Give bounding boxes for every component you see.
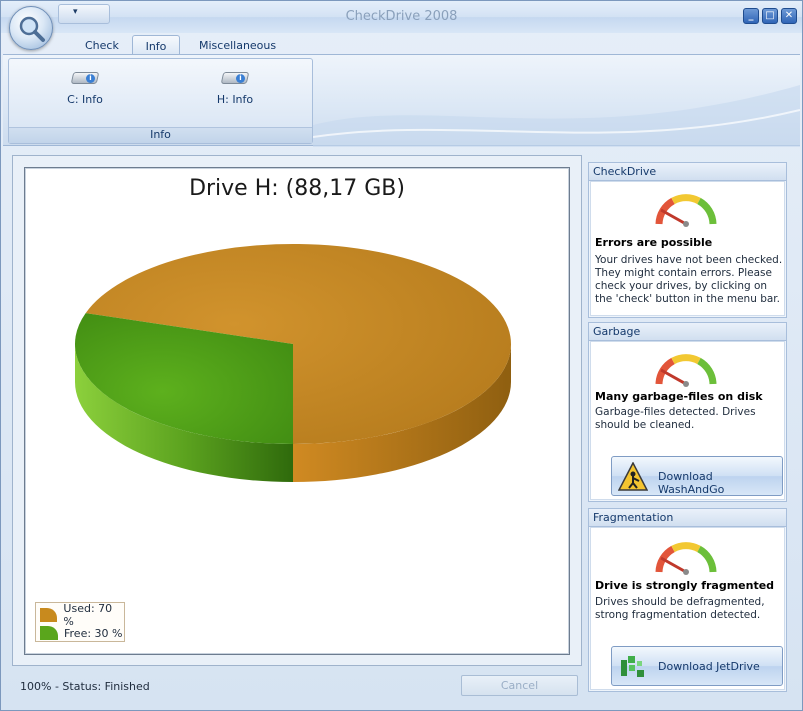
download-washandgo-label: Download WashAndGo xyxy=(658,470,725,496)
status-text: 100% - Status: Finished xyxy=(20,680,150,693)
tab-miscellaneous[interactable]: Miscellaneous xyxy=(191,35,284,55)
garbage-panel-body: Many garbage-files on disk Garbage-files… xyxy=(590,341,785,500)
c-info-button[interactable]: i C: Info xyxy=(45,65,125,115)
pie-chart xyxy=(74,243,511,482)
download-washandgo-button[interactable]: Download WashAndGo xyxy=(611,456,783,496)
legend-item-used: Used: 70 % xyxy=(40,602,124,628)
close-button[interactable]: ✕ xyxy=(781,8,797,24)
quick-access-toolbar[interactable]: ▾ xyxy=(58,4,110,24)
fragmentation-panel-header: Fragmentation xyxy=(589,509,786,527)
gauge-icon xyxy=(655,542,717,575)
cancel-button[interactable]: Cancel xyxy=(461,675,578,696)
magnifier-icon xyxy=(19,16,45,42)
tab-check[interactable]: Check xyxy=(77,35,127,55)
garbage-panel: Garbage Many garbage-files on disk Garba… xyxy=(588,322,787,502)
gauge-icon xyxy=(655,354,717,387)
garbage-panel-header: Garbage xyxy=(589,323,786,341)
checkdrive-panel-header: CheckDrive xyxy=(589,163,786,181)
chart-area: Drive H: (88,17 GB) Used: 70 % Free: 30 … xyxy=(24,167,570,655)
chart-legend: Used: 70 % Free: 30 % xyxy=(35,602,125,642)
title-bar: CheckDrive 2008 ▾ _ □ ✕ xyxy=(1,1,802,33)
maximize-button[interactable]: □ xyxy=(762,8,778,24)
legend-label-used: Used: 70 % xyxy=(63,602,113,628)
legend-label-free: Free: 30 % xyxy=(64,626,123,640)
ribbon-group-label: Info xyxy=(9,127,312,143)
h-info-label: H: Info xyxy=(216,93,254,106)
garbage-title: Many garbage-files on disk xyxy=(595,390,763,403)
h-info-button[interactable]: i H: Info xyxy=(195,65,275,115)
dropdown-arrow-icon[interactable]: ▾ xyxy=(73,7,78,17)
legend-swatch-free xyxy=(40,626,58,640)
tab-info[interactable]: Info xyxy=(132,35,180,55)
legend-item-free: Free: 30 % xyxy=(40,624,124,642)
application-menu-button[interactable] xyxy=(9,6,53,50)
chart-panel: Drive H: (88,17 GB) Used: 70 % Free: 30 … xyxy=(12,155,582,666)
download-jetdrive-button[interactable]: Download JetDrive xyxy=(611,646,783,686)
drive-info-icon: i xyxy=(70,67,100,87)
fragmentation-panel: Fragmentation Drive is strongly fragment… xyxy=(588,508,787,692)
legend-swatch-used xyxy=(40,608,58,622)
gauge-icon xyxy=(655,194,717,227)
fragmentation-text: Drives should be defragmented, strong fr… xyxy=(595,596,765,621)
c-info-label: C: Info xyxy=(67,93,103,106)
fragmentation-title: Drive is strongly fragmented xyxy=(595,579,775,592)
washandgo-icon xyxy=(618,462,648,491)
drive-info-icon: i xyxy=(220,67,250,87)
fragmentation-panel-body: Drive is strongly fragmented Drives shou… xyxy=(590,527,785,690)
minimize-button[interactable]: _ xyxy=(743,8,759,24)
checkdrive-title: Errors are possible xyxy=(595,236,713,249)
checkdrive-panel: CheckDrive Errors are possible Your driv… xyxy=(588,162,787,318)
checkdrive-text: Your drives have not been checked. They … xyxy=(595,254,783,305)
jetdrive-icon xyxy=(621,656,644,677)
garbage-text: Garbage-files detected. Drives should be… xyxy=(595,406,756,431)
ribbon: i C: Info i H: Info Info xyxy=(3,54,800,147)
ribbon-background-swoosh xyxy=(313,85,800,147)
app-window: CheckDrive 2008 ▾ _ □ ✕ Check Info Misce… xyxy=(0,0,803,711)
download-jetdrive-label: Download JetDrive xyxy=(658,660,760,673)
ribbon-group-info: i C: Info i H: Info Info xyxy=(8,58,313,144)
chart-title: Drive H: (88,17 GB) xyxy=(189,176,405,201)
checkdrive-panel-body: Errors are possible Your drives have not… xyxy=(590,181,785,316)
window-title: CheckDrive 2008 xyxy=(345,9,458,24)
